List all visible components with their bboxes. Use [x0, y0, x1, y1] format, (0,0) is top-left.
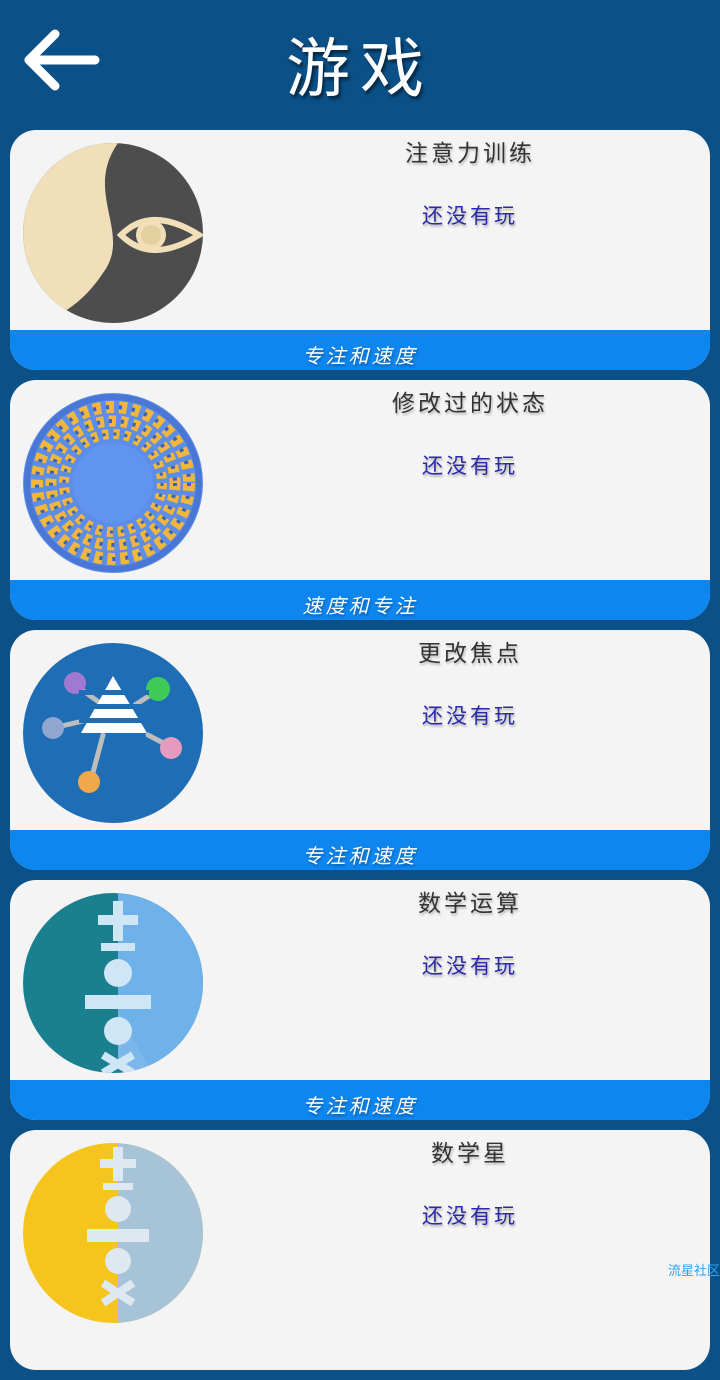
game-tag-bar: 专注和速度 [10, 830, 710, 870]
pyramid-molecule-icon [23, 643, 203, 823]
game-tags: 专注和速度 [302, 344, 418, 368]
app-header: 游戏 [0, 0, 720, 124]
game-status: 还没有玩 [422, 454, 518, 478]
math-operators-icon [23, 893, 203, 1073]
game-title: 注意力训练 [405, 141, 535, 167]
page-title: 游戏 [286, 33, 434, 107]
game-card-altered-state[interactable]: 修改过的状态 还没有玩 速度和专注 [10, 380, 710, 620]
eye-icon [23, 143, 203, 323]
game-card-attention-training[interactable]: 注意力训练 还没有玩 专注和速度 [10, 130, 710, 370]
game-status: 还没有玩 [422, 1204, 518, 1228]
game-tags: 专注和速度 [302, 844, 418, 868]
game-card-change-focus[interactable]: 更改焦点 还没有玩 专注和速度 [10, 630, 710, 870]
game-tag-bar: 专注和速度 [10, 1080, 710, 1120]
game-status: 还没有玩 [422, 954, 518, 978]
game-tag-bar: 专注和速度 [10, 330, 710, 370]
watermark: 流星社区 [667, 1264, 720, 1279]
game-tags: 专注和速度 [302, 1094, 418, 1118]
game-card-math-star[interactable]: 数学星 还没有玩 [10, 1130, 710, 1370]
game-title: 更改焦点 [418, 641, 522, 667]
game-title: 修改过的状态 [392, 391, 548, 417]
game-title: 数学运算 [418, 891, 522, 917]
game-tags: 速度和专注 [302, 594, 418, 618]
math-star-icon [23, 1143, 203, 1323]
game-title: 数学星 [431, 1141, 509, 1167]
game-tag-bar: 速度和专注 [10, 580, 710, 620]
game-card-math-operations[interactable]: 数学运算 还没有玩 专注和速度 [10, 880, 710, 1120]
game-status: 还没有玩 [422, 704, 518, 728]
game-status: 还没有玩 [422, 204, 518, 228]
optical-illusion-circle-icon [23, 393, 203, 573]
game-list: 注意力训练 还没有玩 专注和速度 修改过的状态 还没有玩 速度和专注 更改焦点 … [10, 130, 710, 1380]
